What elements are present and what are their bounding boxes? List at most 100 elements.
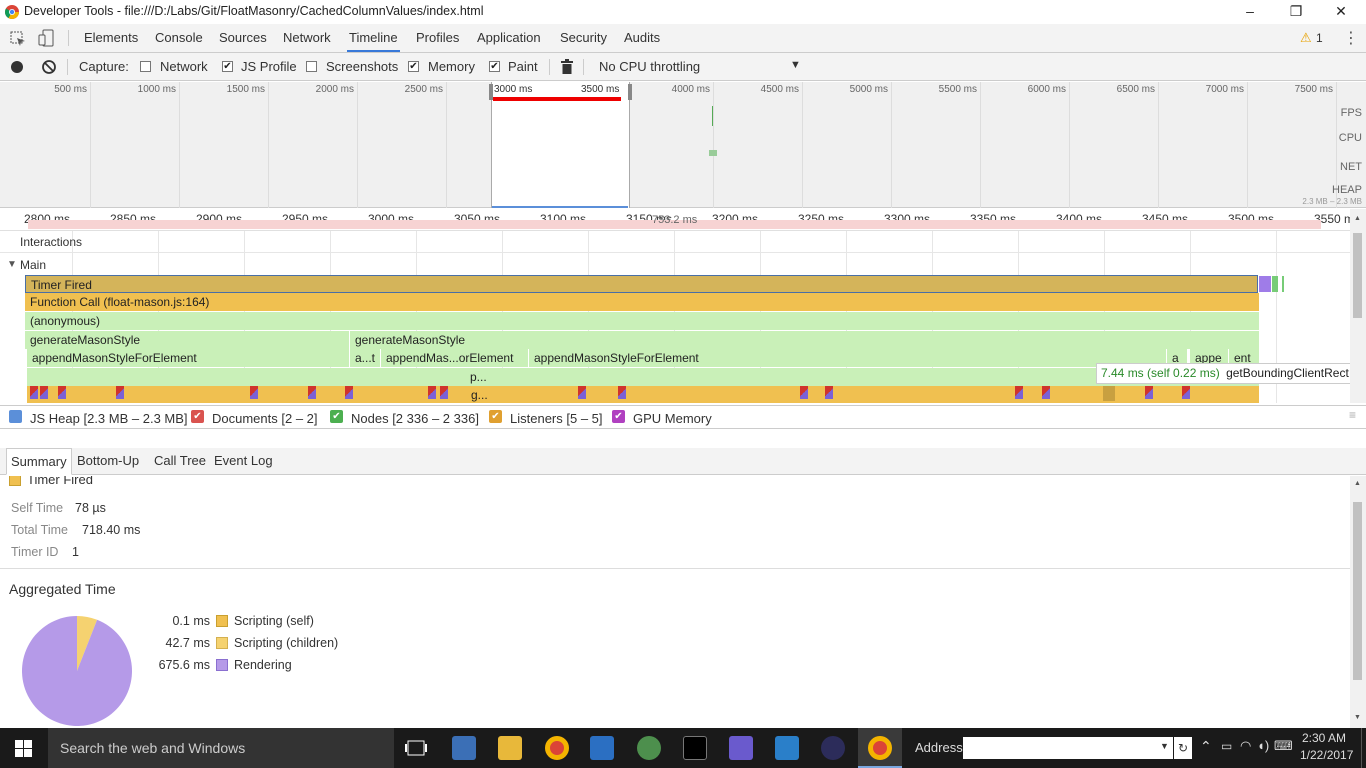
memory-option-label[interactable]: Memory xyxy=(428,59,475,74)
append-mason-style-event[interactable]: a...t xyxy=(350,349,380,367)
timer-fired-event[interactable]: Timer Fired xyxy=(25,275,1258,293)
documents-checkbox[interactable]: ✔ xyxy=(191,410,204,423)
git-icon[interactable] xyxy=(729,736,753,760)
paint-event-mark[interactable] xyxy=(30,386,38,399)
documents-counter[interactable]: Documents [2 – 2] xyxy=(212,411,318,426)
paint-event-mark[interactable] xyxy=(40,386,48,399)
refresh-icon[interactable]: ↻ xyxy=(1174,737,1192,759)
search-box[interactable]: Search the web and Windows xyxy=(48,728,394,768)
close-button[interactable]: ✕ xyxy=(1318,0,1364,24)
warning-count[interactable]: 1 xyxy=(1316,31,1323,45)
tab-event-log[interactable]: Event Log xyxy=(210,448,277,475)
anonymous-event[interactable]: (anonymous) xyxy=(25,312,1259,330)
paint-event-mark[interactable] xyxy=(440,386,448,399)
screenshots-option-label[interactable]: Screenshots xyxy=(326,59,398,74)
record-icon[interactable] xyxy=(11,61,23,73)
append-mason-style-event[interactable]: appendMasonStyleForElement xyxy=(27,349,349,367)
tab-timeline[interactable]: Timeline xyxy=(347,24,400,52)
resize-handle-icon[interactable]: ≡ xyxy=(1349,408,1356,422)
screenshots-checkbox[interactable] xyxy=(306,61,317,72)
android-icon[interactable] xyxy=(637,736,661,760)
tab-sources[interactable]: Sources xyxy=(217,24,269,52)
paint-event-mark[interactable] xyxy=(250,386,258,399)
wifi-icon[interactable]: ◠ xyxy=(1240,738,1251,754)
paint-event-mark[interactable] xyxy=(1015,386,1023,399)
network-option-label[interactable]: Network xyxy=(160,59,208,74)
paint-event-mark[interactable] xyxy=(578,386,586,399)
paint-event-mark[interactable] xyxy=(58,386,66,399)
listeners-counter[interactable]: Listeners [5 – 5] xyxy=(510,411,603,426)
summary-scrollbar[interactable]: ▲ ▼ xyxy=(1350,476,1366,728)
clock-date[interactable]: 1/22/2017 xyxy=(1300,748,1353,762)
function-call-event[interactable]: Function Call (float-mason.js:164) xyxy=(25,293,1259,311)
paint-event-mark[interactable] xyxy=(1145,386,1153,399)
paint-event-mark[interactable] xyxy=(1042,386,1050,399)
triangle-down-icon[interactable]: ▼ xyxy=(7,259,17,270)
gpu-memory-checkbox[interactable]: ✔ xyxy=(612,410,625,423)
nested-event[interactable]: g... xyxy=(466,386,506,403)
visual-studio-code-icon[interactable] xyxy=(590,736,614,760)
tab-security[interactable]: Security xyxy=(558,24,609,52)
tab-summary[interactable]: Summary xyxy=(6,448,72,475)
tab-console[interactable]: Console xyxy=(153,24,205,52)
chevron-down-icon[interactable]: ▼ xyxy=(790,59,801,71)
eclipse-icon[interactable] xyxy=(821,736,845,760)
tab-bottom-up[interactable]: Bottom-Up xyxy=(73,448,143,475)
paint-option-label[interactable]: Paint xyxy=(508,59,538,74)
more-options-icon[interactable]: ⋮ xyxy=(1343,28,1359,48)
chrome-taskbar-icon[interactable] xyxy=(545,736,569,760)
paint-event-mark[interactable] xyxy=(345,386,353,399)
append-mason-style-event[interactable]: appendMas...orElement xyxy=(381,349,528,367)
windows-start-icon[interactable] xyxy=(15,740,32,757)
tab-audits[interactable]: Audits xyxy=(622,24,662,52)
interactions-track-label[interactable]: Interactions xyxy=(20,235,82,249)
flame-scrollbar[interactable]: ▲ xyxy=(1350,209,1366,403)
nodes-counter[interactable]: Nodes [2 336 – 2 336] xyxy=(351,411,479,426)
tray-expand-icon[interactable]: ⌃ xyxy=(1200,738,1212,755)
js-heap-checkbox[interactable] xyxy=(9,410,22,423)
clear-icon[interactable] xyxy=(41,59,57,75)
tab-profiles[interactable]: Profiles xyxy=(414,24,461,52)
battery-icon[interactable]: ▭ xyxy=(1221,739,1232,753)
tab-call-tree[interactable]: Call Tree xyxy=(150,448,210,475)
show-desktop-button[interactable] xyxy=(1361,728,1366,768)
task-view-icon[interactable] xyxy=(405,740,427,756)
paint-checkbox[interactable]: ✔ xyxy=(489,61,500,72)
file-explorer-icon[interactable] xyxy=(498,736,522,760)
memory-checkbox[interactable]: ✔ xyxy=(408,61,419,72)
paint-event-mark[interactable] xyxy=(1182,386,1190,399)
inspect-element-icon[interactable] xyxy=(10,31,26,47)
chrome-devtools-taskbar-item[interactable] xyxy=(858,728,902,768)
paint-event-mark[interactable] xyxy=(825,386,833,399)
paint-event-mark[interactable] xyxy=(800,386,808,399)
clock-time[interactable]: 2:30 AM xyxy=(1302,731,1346,745)
address-dropdown-icon[interactable]: ▼ xyxy=(1160,741,1169,751)
address-input[interactable] xyxy=(963,737,1173,759)
timeline-overview[interactable]: 500 ms 1000 ms 1500 ms 2000 ms 2500 ms 4000 m… xyxy=(0,82,1366,240)
listeners-checkbox[interactable]: ✔ xyxy=(489,410,502,423)
js-profile-option-label[interactable]: JS Profile xyxy=(241,59,297,74)
trash-icon[interactable] xyxy=(560,59,574,75)
cpu-throttling-select[interactable]: No CPU throttling xyxy=(599,59,700,74)
nodes-checkbox[interactable]: ✔ xyxy=(330,410,343,423)
keyboard-icon[interactable]: ⌨ xyxy=(1274,738,1293,754)
nested-event[interactable]: p... xyxy=(465,368,525,386)
js-profile-checkbox[interactable]: ✔ xyxy=(222,61,233,72)
paint-event-mark[interactable] xyxy=(618,386,626,399)
paint-event-mark[interactable] xyxy=(428,386,436,399)
js-heap-counter[interactable]: JS Heap [2.3 MB – 2.3 MB] xyxy=(30,411,188,426)
volume-icon[interactable]: ◖) xyxy=(1257,738,1269,753)
selected-event-mark[interactable] xyxy=(1103,386,1115,401)
paint-event-mark[interactable] xyxy=(116,386,124,399)
append-mason-style-event[interactable]: appendMasonStyleForElement xyxy=(529,349,1166,367)
selection-right-handle[interactable] xyxy=(628,84,632,100)
network-app-icon[interactable] xyxy=(452,736,476,760)
tab-application[interactable]: Application xyxy=(475,24,543,52)
network-checkbox[interactable] xyxy=(140,61,151,72)
minimize-button[interactable]: – xyxy=(1227,0,1273,24)
gpu-memory-counter[interactable]: GPU Memory xyxy=(633,411,712,426)
restore-button[interactable]: ❐ xyxy=(1273,0,1319,24)
terminal-icon[interactable] xyxy=(683,736,707,760)
device-mode-icon[interactable] xyxy=(38,29,56,47)
tab-elements[interactable]: Elements xyxy=(82,24,140,52)
